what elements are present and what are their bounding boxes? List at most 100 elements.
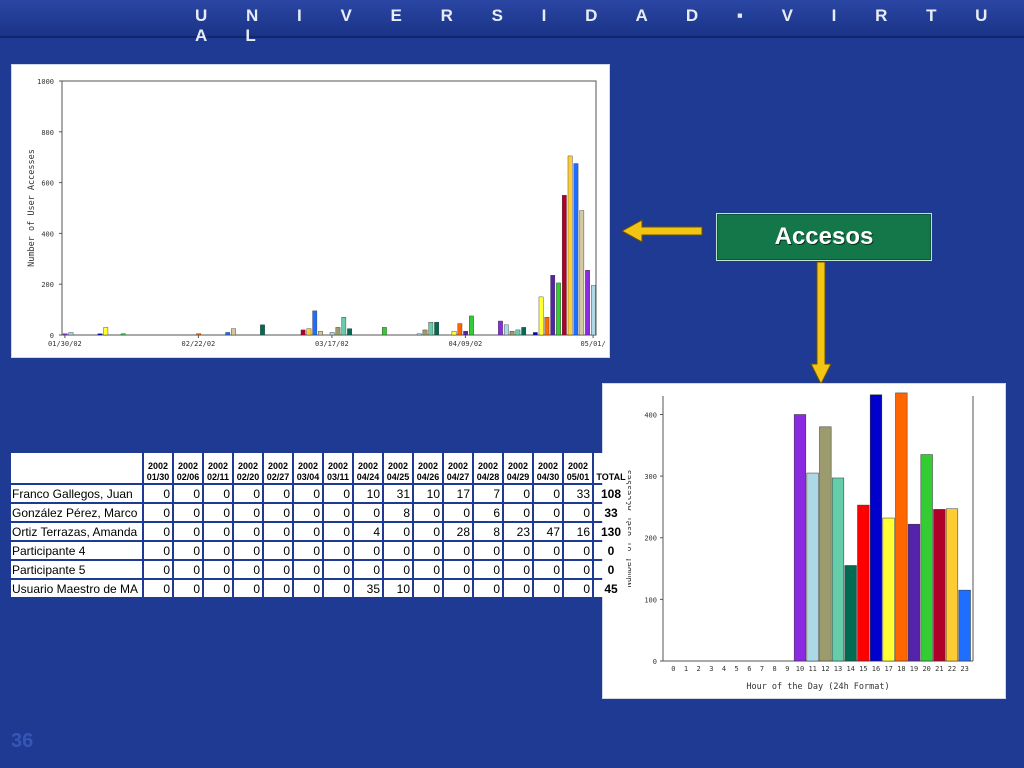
access-count-cell: 0 [234, 523, 262, 540]
access-count-cell: 35 [354, 580, 382, 597]
table-row: Usuario Maestro de MA 0 0 0 0 0 0 0 35 10 0 0 0 0 0 0 45 [11, 580, 628, 597]
column-date: 05/01 [566, 472, 590, 482]
access-count-cell: 0 [144, 542, 172, 559]
daily-bar [434, 322, 439, 336]
access-count-cell: 0 [474, 561, 502, 578]
x-tick-label: 11 [808, 665, 816, 673]
total-cell: 130 [594, 523, 628, 540]
access-count-cell: 0 [444, 542, 472, 559]
access-count-cell: 0 [144, 523, 172, 540]
access-count-cell: 0 [264, 580, 292, 597]
column-year: 2002 [417, 461, 439, 471]
hour-bar [793, 414, 807, 662]
access-count-cell: 0 [534, 561, 562, 578]
access-count-cell: 0 [174, 504, 202, 521]
x-tick-label: 23 [960, 665, 968, 673]
hour-bar [819, 426, 832, 662]
column-year: 2002 [507, 461, 529, 471]
access-count-cell: 0 [534, 485, 562, 502]
column-header: 2002 02/06 [174, 453, 202, 483]
participant-name: González Pérez, Marco [11, 504, 142, 521]
x-tick-label: 22 [948, 665, 956, 673]
hour-bar [958, 589, 971, 662]
hour-bar [831, 477, 845, 662]
access-count-cell: 0 [324, 504, 352, 521]
access-count-cell: 0 [444, 561, 472, 578]
access-count-cell: 0 [324, 561, 352, 578]
access-count-cell: 0 [264, 561, 292, 578]
x-tick-label: 04/09/02 [449, 340, 483, 348]
table-header-row: 2002 01/30 2002 02/06 2002 02/11 2002 02/20 2002… [11, 453, 628, 483]
column-year: 2002 [477, 461, 499, 471]
access-count-cell: 0 [534, 504, 562, 521]
daily-bar [532, 332, 538, 336]
hour-bar [844, 565, 857, 662]
access-count-cell: 0 [414, 580, 442, 597]
y-tick-label: 600 [41, 180, 54, 188]
y-tick-label: 400 [41, 230, 54, 238]
access-count-cell: 0 [204, 580, 232, 597]
access-count-cell: 16 [564, 523, 592, 540]
arrow-down-icon [810, 262, 832, 386]
hour-bar [895, 392, 908, 662]
column-header: 2002 04/24 [354, 453, 382, 483]
access-count-cell: 0 [444, 580, 472, 597]
access-count-cell: 10 [414, 485, 442, 502]
access-count-cell: 33 [564, 485, 592, 502]
column-header: 2002 02/11 [204, 453, 232, 483]
daily-bar [585, 270, 590, 336]
access-count-cell: 0 [174, 523, 202, 540]
x-tick-label: 14 [846, 665, 854, 673]
hourly-access-chart-svg: 0100200300400Number of User Accesses0 1 2 3… [624, 392, 974, 692]
daily-bar [590, 285, 596, 336]
x-tick-label: 9 [785, 665, 789, 673]
table-row: Participante 40000000000000000 [11, 542, 628, 559]
daily-bar [451, 330, 457, 336]
y-tick-label: 800 [41, 129, 54, 137]
column-year: 2002 [387, 461, 409, 471]
access-count-cell: 0 [234, 580, 262, 597]
x-tick-label: 5 [735, 665, 739, 673]
access-count-cell: 0 [324, 485, 352, 502]
daily-bar [509, 330, 515, 336]
access-count-cell: 0 [324, 580, 352, 597]
daily-access-chart: 0 200 400 600 800 1000 Number of User Accesses… [11, 64, 610, 358]
access-count-cell: 0 [474, 580, 502, 597]
x-tick-label: 03/17/02 [315, 340, 349, 348]
daily-bar [225, 332, 231, 336]
access-count-cell: 8 [384, 504, 412, 521]
table-corner [11, 453, 142, 483]
total-cell: 108 [594, 485, 628, 502]
column-date: 02/20 [236, 472, 260, 482]
daily-bar [469, 315, 474, 336]
plot-frame [61, 80, 597, 336]
total-cell: 33 [594, 504, 628, 521]
accesos-button[interactable]: Accesos [716, 213, 932, 261]
x-tick-label: 20 [922, 665, 930, 673]
column-year: 2002 [207, 461, 229, 471]
daily-bar [544, 317, 550, 336]
x-tick-label: 05/01/ [580, 340, 605, 348]
access-count-cell: 28 [444, 523, 472, 540]
access-count-cell: 10 [384, 580, 412, 597]
daily-bar [573, 163, 579, 336]
column-header: 2002 04/28 [474, 453, 502, 483]
y-tick-label: 400 [644, 411, 657, 419]
x-tick-label: 10 [796, 665, 804, 673]
access-count-cell: 0 [204, 485, 232, 502]
access-count-cell: 0 [564, 542, 592, 559]
daily-bar [416, 333, 422, 336]
daily-bar [382, 327, 387, 336]
access-count-cell: 4 [354, 523, 382, 540]
column-header: 2002 02/20 [234, 453, 262, 483]
y-tick-label: 200 [644, 535, 657, 543]
column-header: 2002 04/30 [534, 453, 562, 483]
daily-bar [521, 327, 527, 336]
access-count-cell: 0 [264, 504, 292, 521]
daily-bar [306, 328, 312, 336]
column-date: 01/30 [146, 472, 170, 482]
daily-bar [503, 324, 509, 336]
daily-bar [550, 275, 556, 336]
access-count-cell: 0 [204, 504, 232, 521]
column-date: 04/26 [416, 472, 440, 482]
